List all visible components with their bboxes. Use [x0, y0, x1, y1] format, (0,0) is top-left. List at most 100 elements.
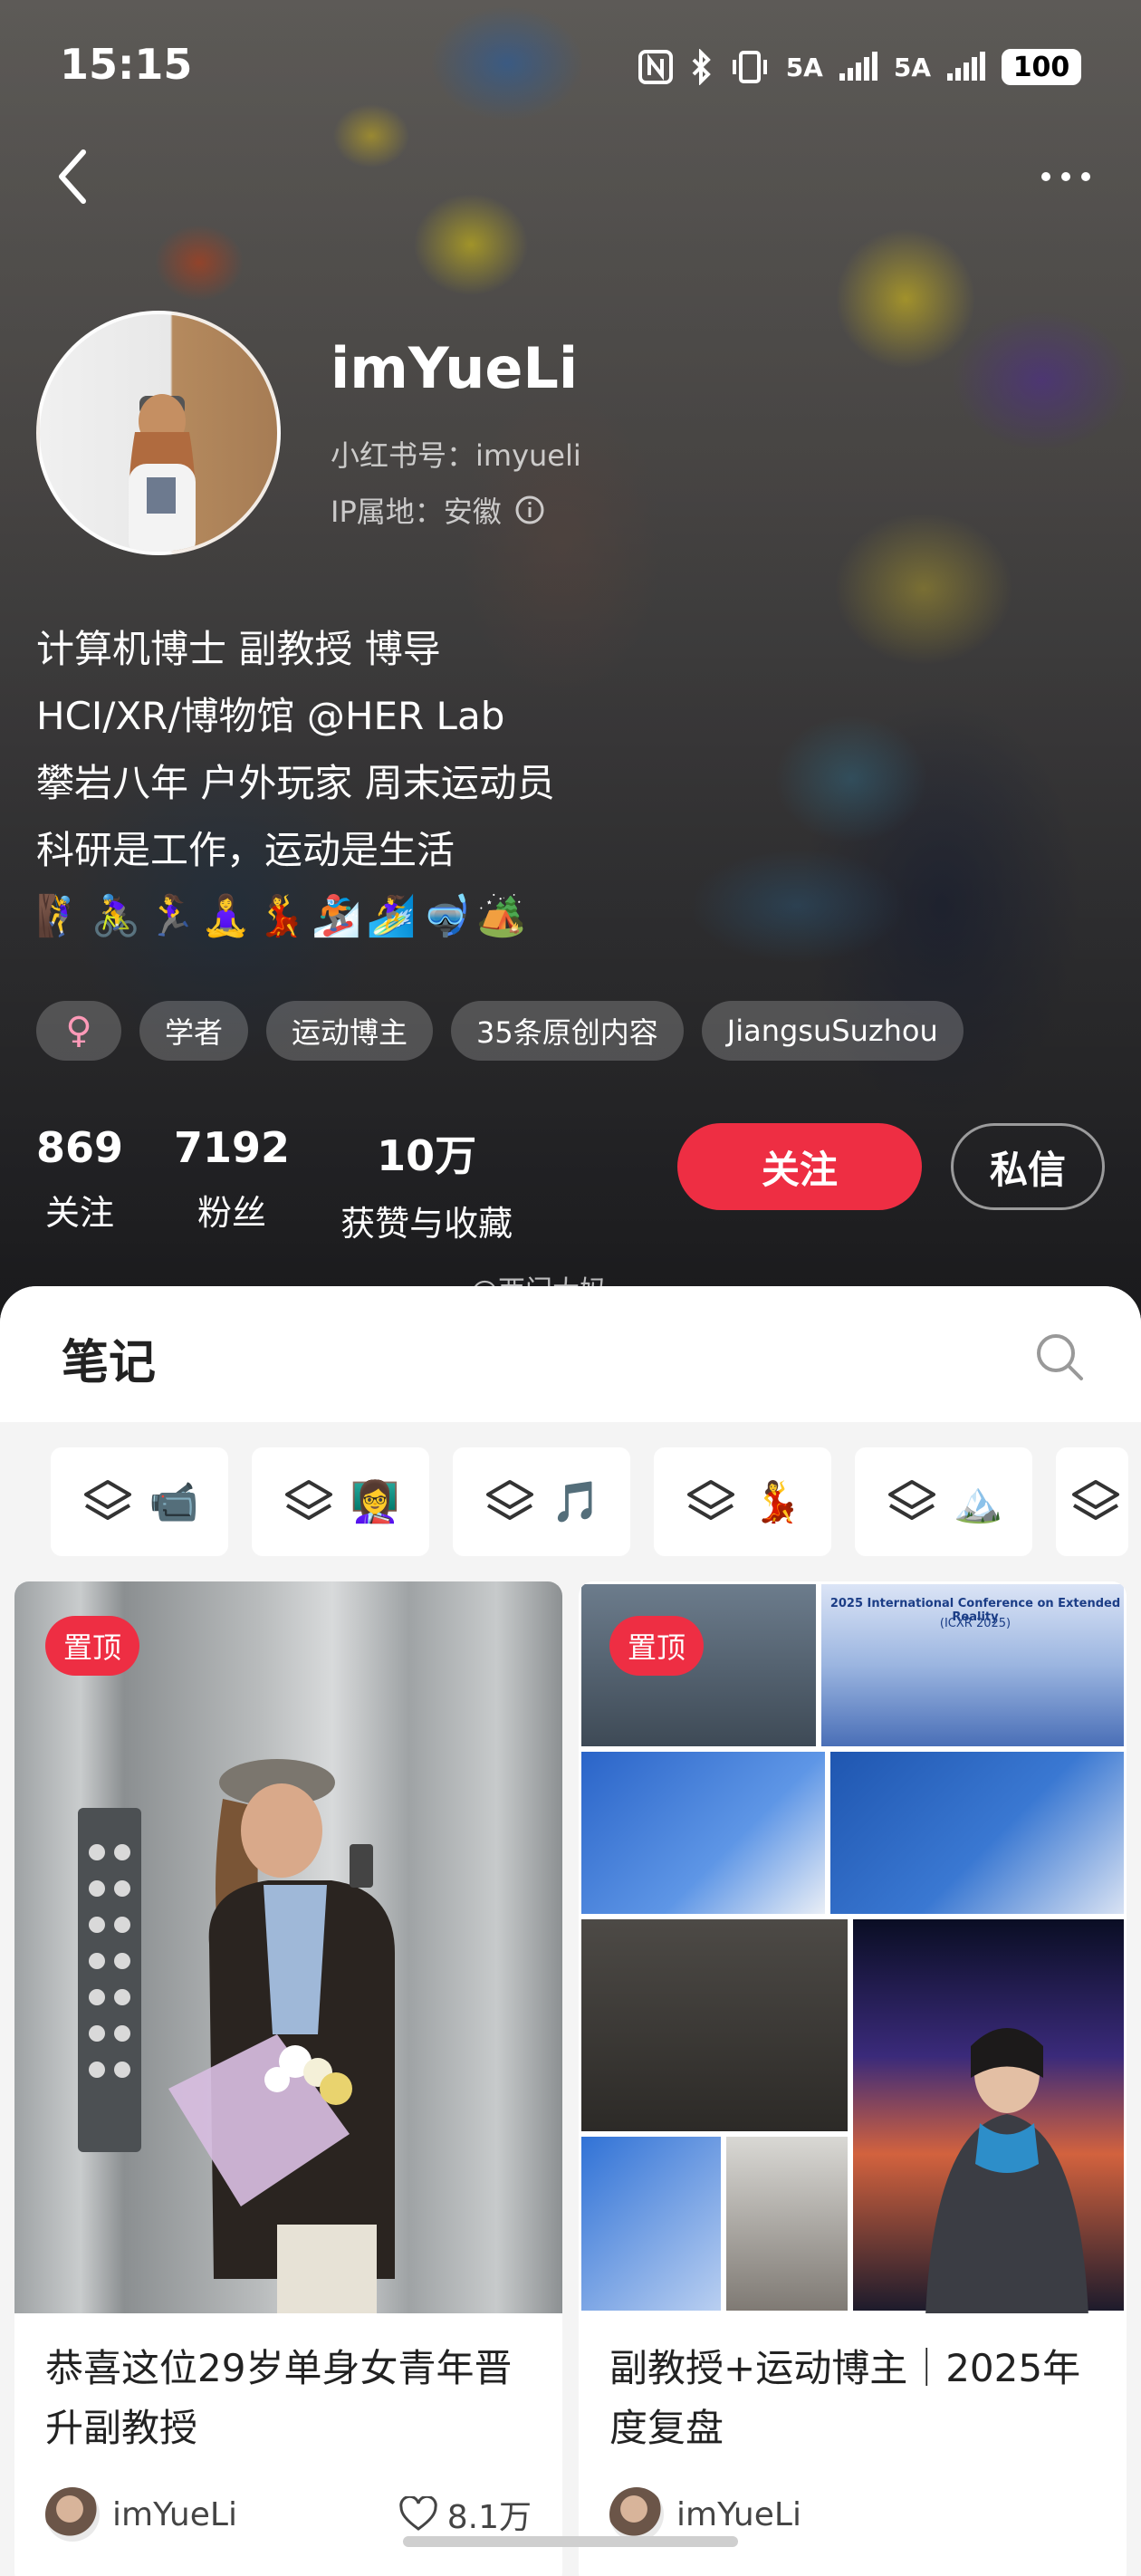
gender-tag: ♀: [36, 1001, 121, 1061]
tag-scholar[interactable]: 学者: [139, 1001, 249, 1061]
notes-tab[interactable]: 笔记: [62, 1324, 156, 1392]
climbing-emoji: 🧗‍♀️: [36, 893, 86, 939]
note-title[interactable]: 副教授+运动博主｜2025年度复盘: [609, 2339, 1098, 2458]
stack-icon: [1072, 1480, 1119, 1520]
note-card[interactable]: 置顶 恭喜这位29岁单身女青年晋升副教授 imYueLi 8.1万: [14, 1581, 562, 2576]
following-stat[interactable]: 869 关注: [36, 1123, 123, 1245]
profile-name: imYueLi: [331, 335, 579, 401]
likes-count: 10万: [377, 1131, 477, 1180]
notes-header: 笔记: [0, 1286, 1141, 1422]
likes-label: 获赞与收藏: [340, 1204, 513, 1244]
bio-line: 计算机博士 副教授 博导: [36, 627, 441, 671]
stack-icon: [887, 1480, 935, 1520]
network-label-1: 5A: [785, 52, 823, 82]
battery-icon: 100: [1002, 49, 1081, 85]
more-button[interactable]: [1041, 172, 1090, 181]
vibrate-icon: [732, 51, 767, 83]
follow-button[interactable]: 关注: [677, 1123, 922, 1210]
back-button[interactable]: [51, 145, 96, 208]
ip-location: IP属地：安徽: [331, 495, 502, 529]
running-emoji: 🏃‍♀️: [146, 893, 197, 939]
status-time: 15:15: [60, 40, 193, 89]
author-avatar: [45, 2487, 100, 2542]
collage-photo: [828, 1749, 1127, 1917]
search-icon[interactable]: [1032, 1330, 1087, 1384]
stack-icon: [485, 1480, 533, 1520]
collage-conference-subtext: (ICXR 2025): [939, 1617, 1012, 1630]
nfc-icon: [638, 50, 673, 84]
cover-person-illustration: [168, 1759, 395, 2313]
cycling-emoji: 🚴‍♀️: [91, 893, 141, 939]
more-icon: [1041, 172, 1050, 181]
surfing-emoji: 🏄‍♀️: [366, 893, 417, 939]
bio-line: 攀岩八年 户外玩家 周末运动员: [36, 761, 555, 805]
heart-icon: [399, 2496, 437, 2531]
message-button[interactable]: 私信: [951, 1123, 1105, 1210]
note-cover-image: 置顶: [14, 1581, 562, 2313]
dancing-emoji: 💃: [256, 893, 306, 939]
collage-photo: [579, 1581, 819, 1749]
bio-emoji-line: 🧗‍♀️ 🚴‍♀️ 🏃‍♀️ 🧘‍♀️ 💃 🏂 🏄‍♀️ 🤿 🏕️: [36, 892, 526, 939]
stack-icon: [686, 1480, 734, 1520]
video-camera-emoji: 📹: [149, 1479, 199, 1525]
signal-icon: [839, 52, 877, 81]
collage-portrait-person: [925, 2028, 1088, 2313]
note-title[interactable]: 恭喜这位29岁单身女青年晋升副教授: [45, 2339, 534, 2458]
stack-icon: [83, 1480, 131, 1520]
pinned-badge: 置顶: [609, 1616, 705, 1676]
collection-item[interactable]: 📹: [51, 1447, 228, 1556]
author-name: imYueLi: [112, 2495, 237, 2533]
collage-photo-portrait: [850, 1917, 1127, 2313]
likes-stat[interactable]: 10万 获赞与收藏: [340, 1123, 513, 1245]
followers-label: 粉丝: [197, 1193, 267, 1233]
collection-item-partial[interactable]: [1056, 1447, 1128, 1556]
bluetooth-icon: [692, 49, 711, 85]
profile-stats: 869 关注 7192 粉丝 10万 获赞与收藏: [36, 1123, 563, 1245]
collection-item[interactable]: 🎵: [453, 1447, 630, 1556]
teacher-emoji: 👩‍🏫: [350, 1479, 400, 1525]
followers-count: 7192: [174, 1123, 291, 1172]
note-cover-collage: 置顶 2025 International Conference on Exte…: [579, 1581, 1127, 2313]
like-button[interactable]: 8.1万: [398, 2491, 532, 2538]
followers-stat[interactable]: 7192 粉丝: [174, 1123, 290, 1245]
note-card[interactable]: 置顶 2025 International Conference on Exte…: [579, 1581, 1127, 2576]
author-avatar: [609, 2487, 664, 2542]
stack-icon: [284, 1480, 332, 1520]
following-label: 关注: [45, 1193, 115, 1233]
note-author[interactable]: imYueLi: [609, 2487, 801, 2542]
collage-photo: [579, 1917, 850, 2134]
red-id[interactable]: 小红书号：imyueli: [331, 433, 581, 475]
collage-photo: [724, 2134, 850, 2313]
following-count: 869: [36, 1123, 124, 1172]
status-bar: 15:15 5A 5A 100: [0, 36, 1141, 100]
tag-location[interactable]: JiangsuSuzhou: [701, 1001, 964, 1061]
collection-item[interactable]: 👩‍🏫: [252, 1447, 429, 1556]
collection-strip: 📹 👩‍🏫 🎵 💃 🏔️: [51, 1447, 1128, 1556]
note-author[interactable]: imYueLi: [45, 2487, 237, 2542]
info-icon[interactable]: [514, 495, 545, 525]
collage-photo-conference: 2025 International Conference on Extende…: [819, 1581, 1127, 1749]
collection-item[interactable]: 💃: [654, 1447, 831, 1556]
profile-bio: 计算机博士 副教授 博导 HCI/XR/博物馆 @HER Lab 攀岩八年 户外…: [36, 616, 555, 884]
home-indicator: [403, 2536, 738, 2547]
signal-icon-2: [947, 52, 985, 81]
back-icon: [59, 149, 86, 204]
like-count: 8.1万: [446, 2499, 532, 2536]
bio-line: HCI/XR/博物馆 @HER Lab: [36, 694, 505, 738]
profile-avatar[interactable]: [36, 311, 281, 555]
status-icons: 5A 5A 100: [638, 49, 1081, 85]
collection-item[interactable]: 🏔️: [855, 1447, 1032, 1556]
author-name: imYueLi: [676, 2495, 801, 2533]
avatar-person-illustration: [129, 394, 196, 552]
collage-photo: [579, 2134, 724, 2313]
notes-section: 笔记 📹 👩‍🏫 🎵 💃 🏔️ 置顶: [0, 1286, 1141, 2576]
snowboard-emoji: 🏂: [311, 893, 361, 939]
diving-emoji: 🤿: [421, 893, 472, 939]
collage-photo: [579, 1749, 828, 1917]
tag-sports-blogger[interactable]: 运动博主: [266, 1001, 434, 1061]
camping-emoji: 🏕️: [476, 893, 527, 939]
ip-location-row: IP属地：安徽: [331, 489, 545, 531]
network-label-2: 5A: [893, 52, 931, 82]
music-note-emoji: 🎵: [551, 1479, 601, 1525]
tag-original-content[interactable]: 35条原创内容: [451, 1001, 684, 1061]
